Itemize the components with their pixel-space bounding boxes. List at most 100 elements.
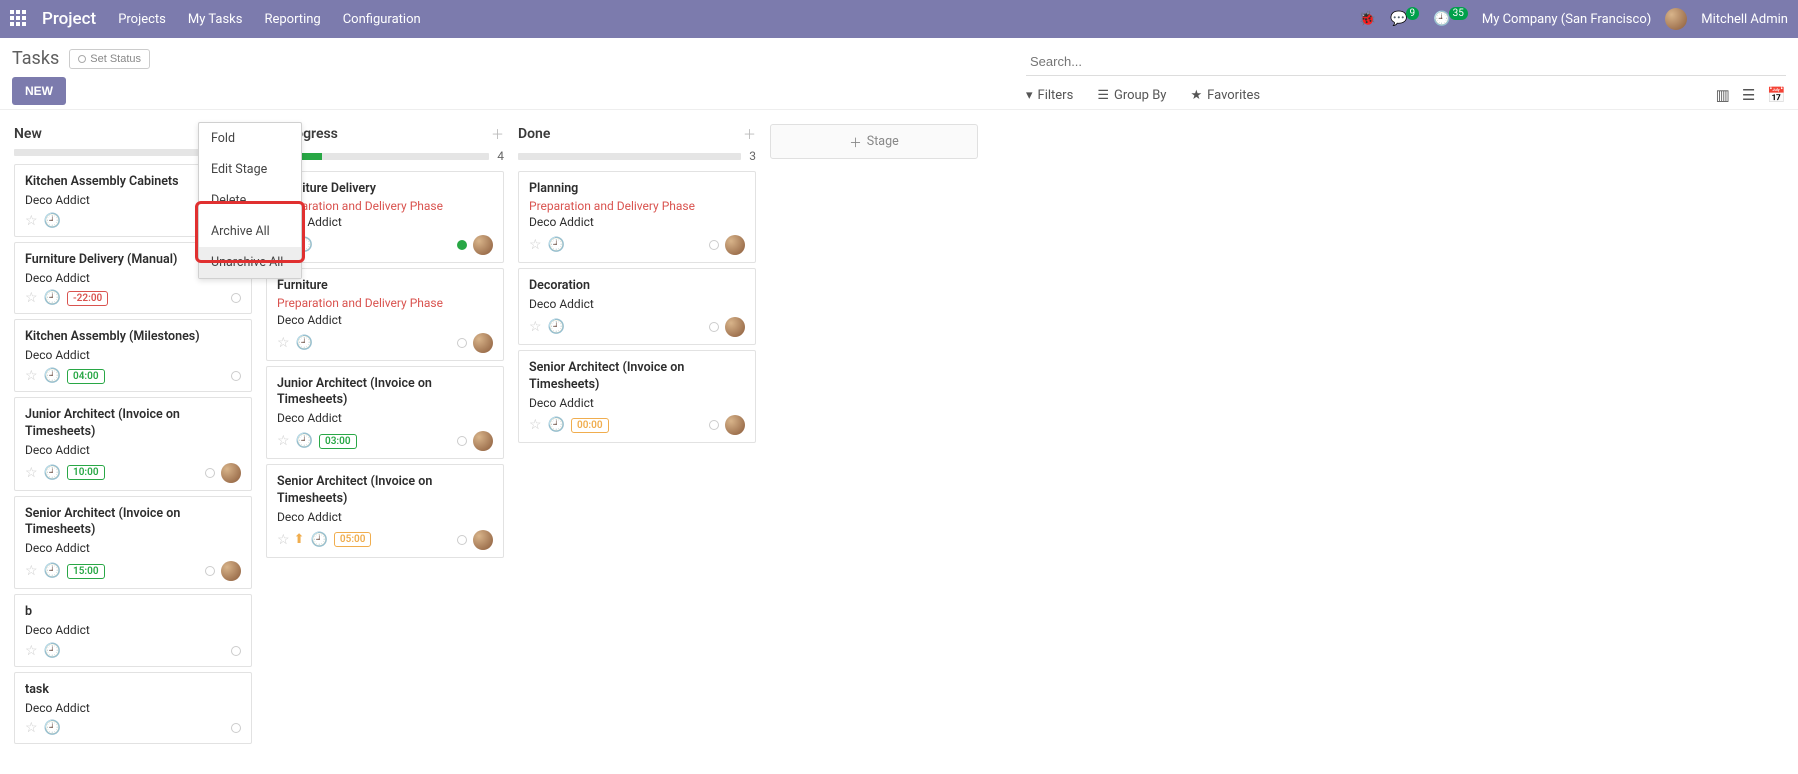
kanban-card[interactable]: PlanningPreparation and Delivery PhaseDe… <box>518 171 756 263</box>
upload-icon[interactable]: ⬆ <box>294 532 305 547</box>
clock-icon[interactable]: 🕘 <box>548 417 565 433</box>
kanban-status-dot[interactable] <box>457 338 467 348</box>
menu-fold[interactable]: Fold <box>199 123 301 154</box>
company-selector[interactable]: My Company (San Francisco) <box>1482 12 1651 27</box>
kanban-status-dot[interactable] <box>231 293 241 303</box>
plus-icon[interactable]: ＋ <box>743 124 756 143</box>
clock-icon[interactable]: 🕘 <box>296 433 313 449</box>
star-icon[interactable]: ☆ <box>529 417 542 433</box>
kanban-status-dot[interactable] <box>709 240 719 250</box>
kanban-status-dot[interactable] <box>709 322 719 332</box>
kanban-card[interactable]: Senior Architect (Invoice on Timesheets)… <box>266 464 504 558</box>
assignee-avatar[interactable] <box>221 561 241 581</box>
kanban-card[interactable]: Junior Architect (Invoice on Timesheets)… <box>266 366 504 460</box>
nav-reporting[interactable]: Reporting <box>264 12 320 27</box>
clock-icon[interactable]: 🕘 <box>44 465 61 481</box>
set-status-label: Set Status <box>90 53 141 65</box>
assignee-avatar[interactable] <box>725 415 745 435</box>
kanban-status-dot[interactable] <box>205 468 215 478</box>
kanban-status-dot[interactable] <box>457 240 467 250</box>
calendar-view-icon[interactable]: 📅 <box>1767 86 1786 104</box>
kanban-status-dot[interactable] <box>457 535 467 545</box>
kanban-view-icon[interactable]: ▥ <box>1716 86 1730 104</box>
nav-my-tasks[interactable]: My Tasks <box>188 12 243 27</box>
card-title: Furniture Delivery <box>277 181 493 198</box>
kanban-card[interactable]: Kitchen Assembly (Milestones)Deco Addict… <box>14 319 252 392</box>
star-icon[interactable]: ☆ <box>277 433 290 449</box>
kanban-status-dot[interactable] <box>231 646 241 656</box>
kanban-status-dot[interactable] <box>457 436 467 446</box>
kanban-status-dot[interactable] <box>709 420 719 430</box>
star-icon[interactable]: ☆ <box>25 213 38 229</box>
app-brand[interactable]: Project <box>42 9 96 29</box>
kanban-card[interactable]: DecorationDeco Addict☆🕘 <box>518 268 756 345</box>
assignee-avatar[interactable] <box>725 235 745 255</box>
nav-projects[interactable]: Projects <box>118 12 166 27</box>
assignee-avatar[interactable] <box>473 333 493 353</box>
kanban-card[interactable]: Junior Architect (Invoice on Timesheets)… <box>14 397 252 491</box>
card-title: b <box>25 604 241 621</box>
column-title[interactable]: New <box>14 126 219 142</box>
kanban-card[interactable]: FurniturePreparation and Delivery PhaseD… <box>266 268 504 360</box>
menu-unarchive-all[interactable]: Unarchive All <box>199 247 301 278</box>
card-company: Deco Addict <box>529 296 745 313</box>
star-icon[interactable]: ☆ <box>25 290 38 306</box>
plus-icon[interactable]: ＋ <box>491 124 504 143</box>
clock-icon[interactable]: 🕘 <box>296 335 313 351</box>
clock-icon[interactable]: 🕘 <box>548 319 565 335</box>
column-progress-bar <box>518 153 741 160</box>
kanban-card[interactable]: Senior Architect (Invoice on Timesheets)… <box>14 496 252 590</box>
clock-icon[interactable]: 🕘 <box>44 720 61 736</box>
card-title: Senior Architect (Invoice on Timesheets) <box>529 360 745 394</box>
clock-icon[interactable]: 🕘 <box>44 643 61 659</box>
clock-icon[interactable]: 🕘 <box>548 237 565 253</box>
clock-icon[interactable]: 🕘 <box>310 532 327 548</box>
clock-icon[interactable]: 🕘 <box>44 563 61 579</box>
star-icon[interactable]: ☆ <box>25 368 38 384</box>
kanban-status-dot[interactable] <box>231 371 241 381</box>
list-view-icon[interactable]: ☰ <box>1742 86 1755 104</box>
star-icon[interactable]: ☆ <box>25 563 38 579</box>
nav-configuration[interactable]: Configuration <box>343 12 421 27</box>
clock-icon[interactable]: 🕘 <box>44 368 61 384</box>
kanban-card[interactable]: bDeco Addict☆🕘 <box>14 594 252 667</box>
star-icon[interactable]: ☆ <box>25 720 38 736</box>
menu-edit-stage[interactable]: Edit Stage <box>199 154 301 185</box>
add-stage-button[interactable]: ＋ Stage <box>770 124 978 159</box>
assignee-avatar[interactable] <box>221 463 241 483</box>
new-button[interactable]: NEW <box>12 77 66 105</box>
star-icon[interactable]: ☆ <box>529 237 542 253</box>
menu-archive-all[interactable]: Archive All <box>199 216 301 247</box>
assignee-avatar[interactable] <box>473 235 493 255</box>
messages-badge: 9 <box>1406 7 1420 20</box>
search-input[interactable] <box>1026 48 1786 76</box>
activities-button[interactable]: 🕘 35 <box>1433 11 1468 27</box>
star-icon[interactable]: ☆ <box>25 643 38 659</box>
kanban-card[interactable]: Senior Architect (Invoice on Timesheets)… <box>518 350 756 444</box>
star-icon[interactable]: ☆ <box>25 465 38 481</box>
filters-button[interactable]: ▾Filters <box>1026 88 1073 103</box>
assignee-avatar[interactable] <box>725 317 745 337</box>
time-badge: 10:00 <box>67 465 105 480</box>
debug-icon[interactable]: 🐞 <box>1359 11 1376 27</box>
assignee-avatar[interactable] <box>473 431 493 451</box>
star-icon[interactable]: ☆ <box>277 532 290 548</box>
kanban-card[interactable]: taskDeco Addict☆🕘 <box>14 672 252 745</box>
apps-icon[interactable] <box>10 10 28 28</box>
favorites-button[interactable]: ★Favorites <box>1190 88 1260 103</box>
kanban-status-dot[interactable] <box>205 566 215 576</box>
star-icon[interactable]: ☆ <box>277 335 290 351</box>
column-title[interactable]: Done <box>518 126 743 142</box>
user-name[interactable]: Mitchell Admin <box>1701 12 1788 27</box>
set-status-button[interactable]: Set Status <box>69 49 150 69</box>
clock-icon[interactable]: 🕘 <box>44 213 61 229</box>
kanban-board: New ⚙ ＋ Fold Edit Stage Delete Archive A… <box>0 110 1798 761</box>
groupby-button[interactable]: ☰Group By <box>1097 88 1166 103</box>
clock-icon[interactable]: 🕘 <box>44 290 61 306</box>
user-avatar[interactable] <box>1665 8 1687 30</box>
star-icon[interactable]: ☆ <box>529 319 542 335</box>
menu-delete[interactable]: Delete <box>199 185 301 216</box>
messages-button[interactable]: 💬 9 <box>1390 11 1419 27</box>
kanban-status-dot[interactable] <box>231 723 241 733</box>
assignee-avatar[interactable] <box>473 530 493 550</box>
